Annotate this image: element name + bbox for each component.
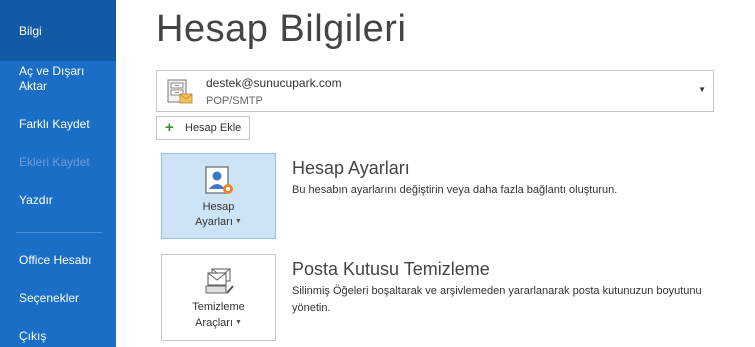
- sidebar-item-options[interactable]: Seçenekler: [0, 284, 116, 312]
- account-settings-line2-wrap: Ayarları ▼: [162, 215, 275, 229]
- add-account-label: Hesap Ekle: [185, 122, 242, 134]
- dropdown-arrow-icon: ▼: [234, 218, 242, 226]
- mailbox-cleanup-title: Posta Kutusu Temizleme: [292, 259, 490, 279]
- cleanup-tools-line2: Araçları: [195, 317, 233, 329]
- sidebar-item-save-attachments: Ekleri Kaydet: [19, 155, 90, 169]
- add-account-button[interactable]: + Hesap Ekle: [156, 116, 250, 140]
- account-selector[interactable]: destek@sunucupark.com POP/SMTP ▼: [156, 70, 714, 112]
- sidebar-item-print[interactable]: Yazdır: [0, 186, 116, 214]
- cleanup-tools-line2-wrap: Araçları ▼: [162, 316, 275, 330]
- sidebar-item-office-account[interactable]: Office Hesabı: [0, 246, 116, 274]
- cleanup-tools-button[interactable]: Temizleme Araçları ▼: [161, 254, 276, 341]
- account-settings-icon: [205, 166, 233, 194]
- sidebar-item-open-export[interactable]: Aç ve Dışarı Aktar: [0, 61, 116, 105]
- account-type: POP/SMTP: [206, 95, 263, 107]
- chevron-down-icon[interactable]: ▼: [698, 85, 706, 94]
- account-settings-line2: Ayarları: [195, 216, 233, 228]
- account-email: destek@sunucupark.com: [206, 76, 342, 90]
- account-settings-title: Hesap Ayarları: [292, 158, 410, 178]
- sidebar-item-save-as[interactable]: Farklı Kaydet: [0, 110, 116, 138]
- dropdown-arrow-icon: ▼: [234, 319, 242, 327]
- account-settings-line1: Hesap: [202, 201, 235, 213]
- sidebar-item-exit[interactable]: Çıkış: [0, 322, 116, 347]
- mailbox-cleanup-description: Silinmiş Öğeleri boşaltarak ve arşivleme…: [292, 285, 702, 314]
- cleanup-tools-icon: [205, 268, 234, 294]
- sidebar-item-bilgi[interactable]: Bilgi: [0, 0, 116, 61]
- plus-icon: +: [165, 119, 174, 136]
- sidebar-divider: [16, 232, 102, 233]
- backstage-sidebar: Bilgi Aç ve Dışarı Aktar Farklı Kaydet E…: [0, 0, 116, 347]
- cleanup-tools-line1: Temizleme: [192, 301, 245, 313]
- account-settings-description: Bu hesabın ayarlarını değiştirin veya da…: [292, 184, 618, 196]
- page-title: Hesap Bilgileri: [156, 8, 407, 50]
- mail-account-icon: [167, 79, 193, 104]
- account-settings-button[interactable]: Hesap Ayarları ▼: [161, 153, 276, 239]
